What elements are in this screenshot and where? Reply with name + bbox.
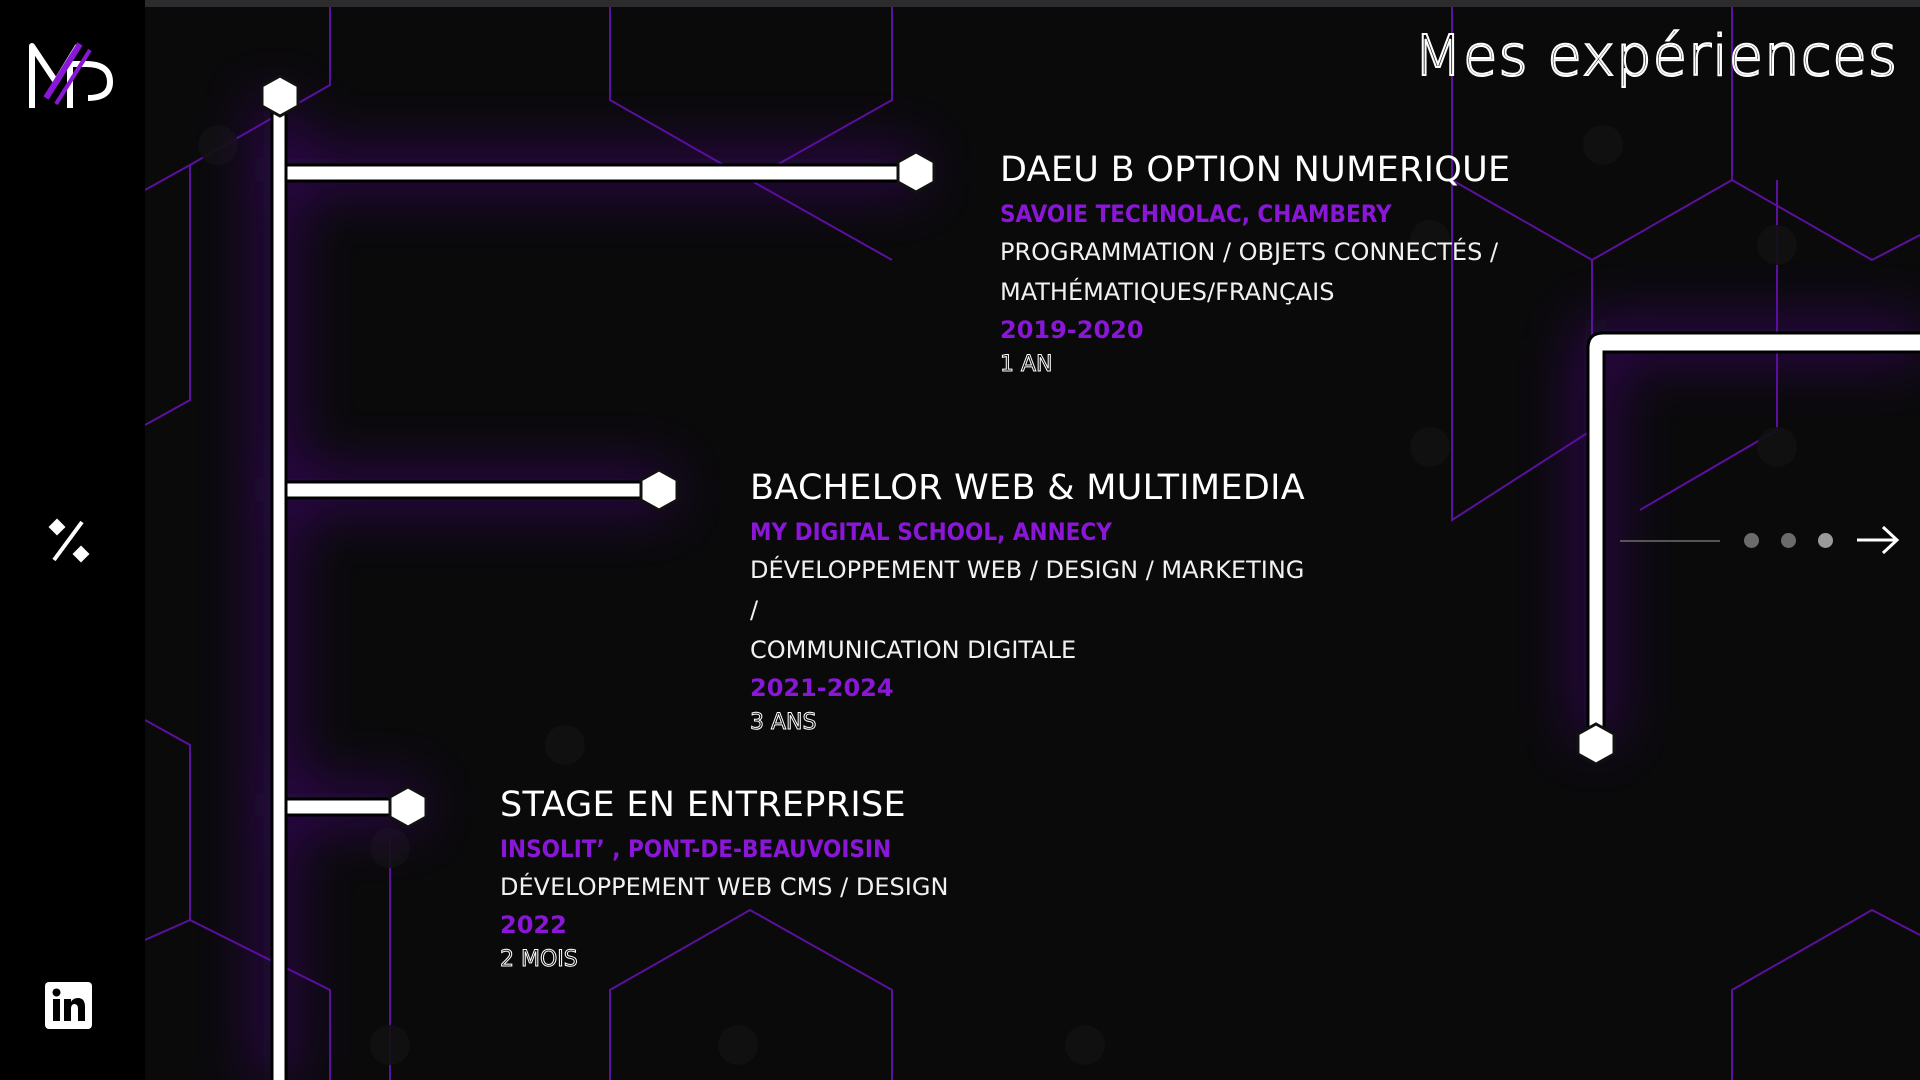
experience-years: 2022 xyxy=(500,911,567,939)
experience-years: 2021-2024 xyxy=(750,674,894,702)
mp-logo[interactable] xyxy=(26,38,116,118)
experience-description-line: PROGRAMMATION / OBJETS CONNECTÉS / xyxy=(1000,238,1499,266)
slider-dot-3[interactable] xyxy=(1818,533,1833,548)
experience-duration: 1 AN xyxy=(1000,352,1054,378)
experience-title: BACHELOR WEB & MULTIMEDIA xyxy=(750,468,1305,508)
experience-description: DÉVELOPPEMENT WEB CMS / DESIGN xyxy=(500,867,1060,907)
experience-duration: 2 MOIS xyxy=(500,947,579,973)
experience-item: DAEU B OPTION NUMERIQUE SAVOIE TECHNOLAC… xyxy=(1000,150,1520,378)
percent-icon[interactable] xyxy=(48,516,92,564)
experience-school: MY DIGITAL SCHOOL, ANNECY xyxy=(750,518,1112,546)
sidebar xyxy=(0,0,145,1080)
experience-title: STAGE EN ENTREPRISE xyxy=(500,785,906,825)
experience-description-line: COMMUNICATION DIGITALE xyxy=(750,636,1077,664)
experience-years: 2019-2020 xyxy=(1000,316,1144,344)
slider-dot-2[interactable] xyxy=(1781,533,1796,548)
experience-description: PROGRAMMATION / OBJETS CONNECTÉS / MATHÉ… xyxy=(1000,232,1520,312)
page-title: Mes expériences xyxy=(1413,23,1898,90)
experience-description-line: DÉVELOPPEMENT WEB / DESIGN / MARKETING / xyxy=(750,556,1305,624)
next-arrow-button[interactable] xyxy=(1855,522,1901,558)
arrow-right-icon xyxy=(1857,525,1900,555)
experience-description-line: MATHÉMATIQUES/FRANÇAIS xyxy=(1000,278,1335,306)
slider-dot-1[interactable] xyxy=(1744,533,1759,548)
slider-progress-line xyxy=(1620,540,1720,542)
experience-school: SAVOIE TECHNOLAC, CHAMBERY xyxy=(1000,200,1392,228)
experience-description-line: DÉVELOPPEMENT WEB CMS / DESIGN xyxy=(500,873,949,901)
experience-school: INSOLIT’ , PONT-DE-BEAUVOISIN xyxy=(500,835,892,863)
linkedin-icon[interactable] xyxy=(45,982,92,1029)
experience-duration: 3 ANS xyxy=(750,710,817,736)
experience-description: DÉVELOPPEMENT WEB / DESIGN / MARKETING /… xyxy=(750,550,1310,670)
experience-item: STAGE EN ENTREPRISE INSOLIT’ , PONT-DE-B… xyxy=(500,785,1060,973)
experience-title: DAEU B OPTION NUMERIQUE xyxy=(1000,150,1511,190)
top-bar xyxy=(145,0,1920,7)
experience-item: BACHELOR WEB & MULTIMEDIA MY DIGITAL SCH… xyxy=(750,468,1310,736)
